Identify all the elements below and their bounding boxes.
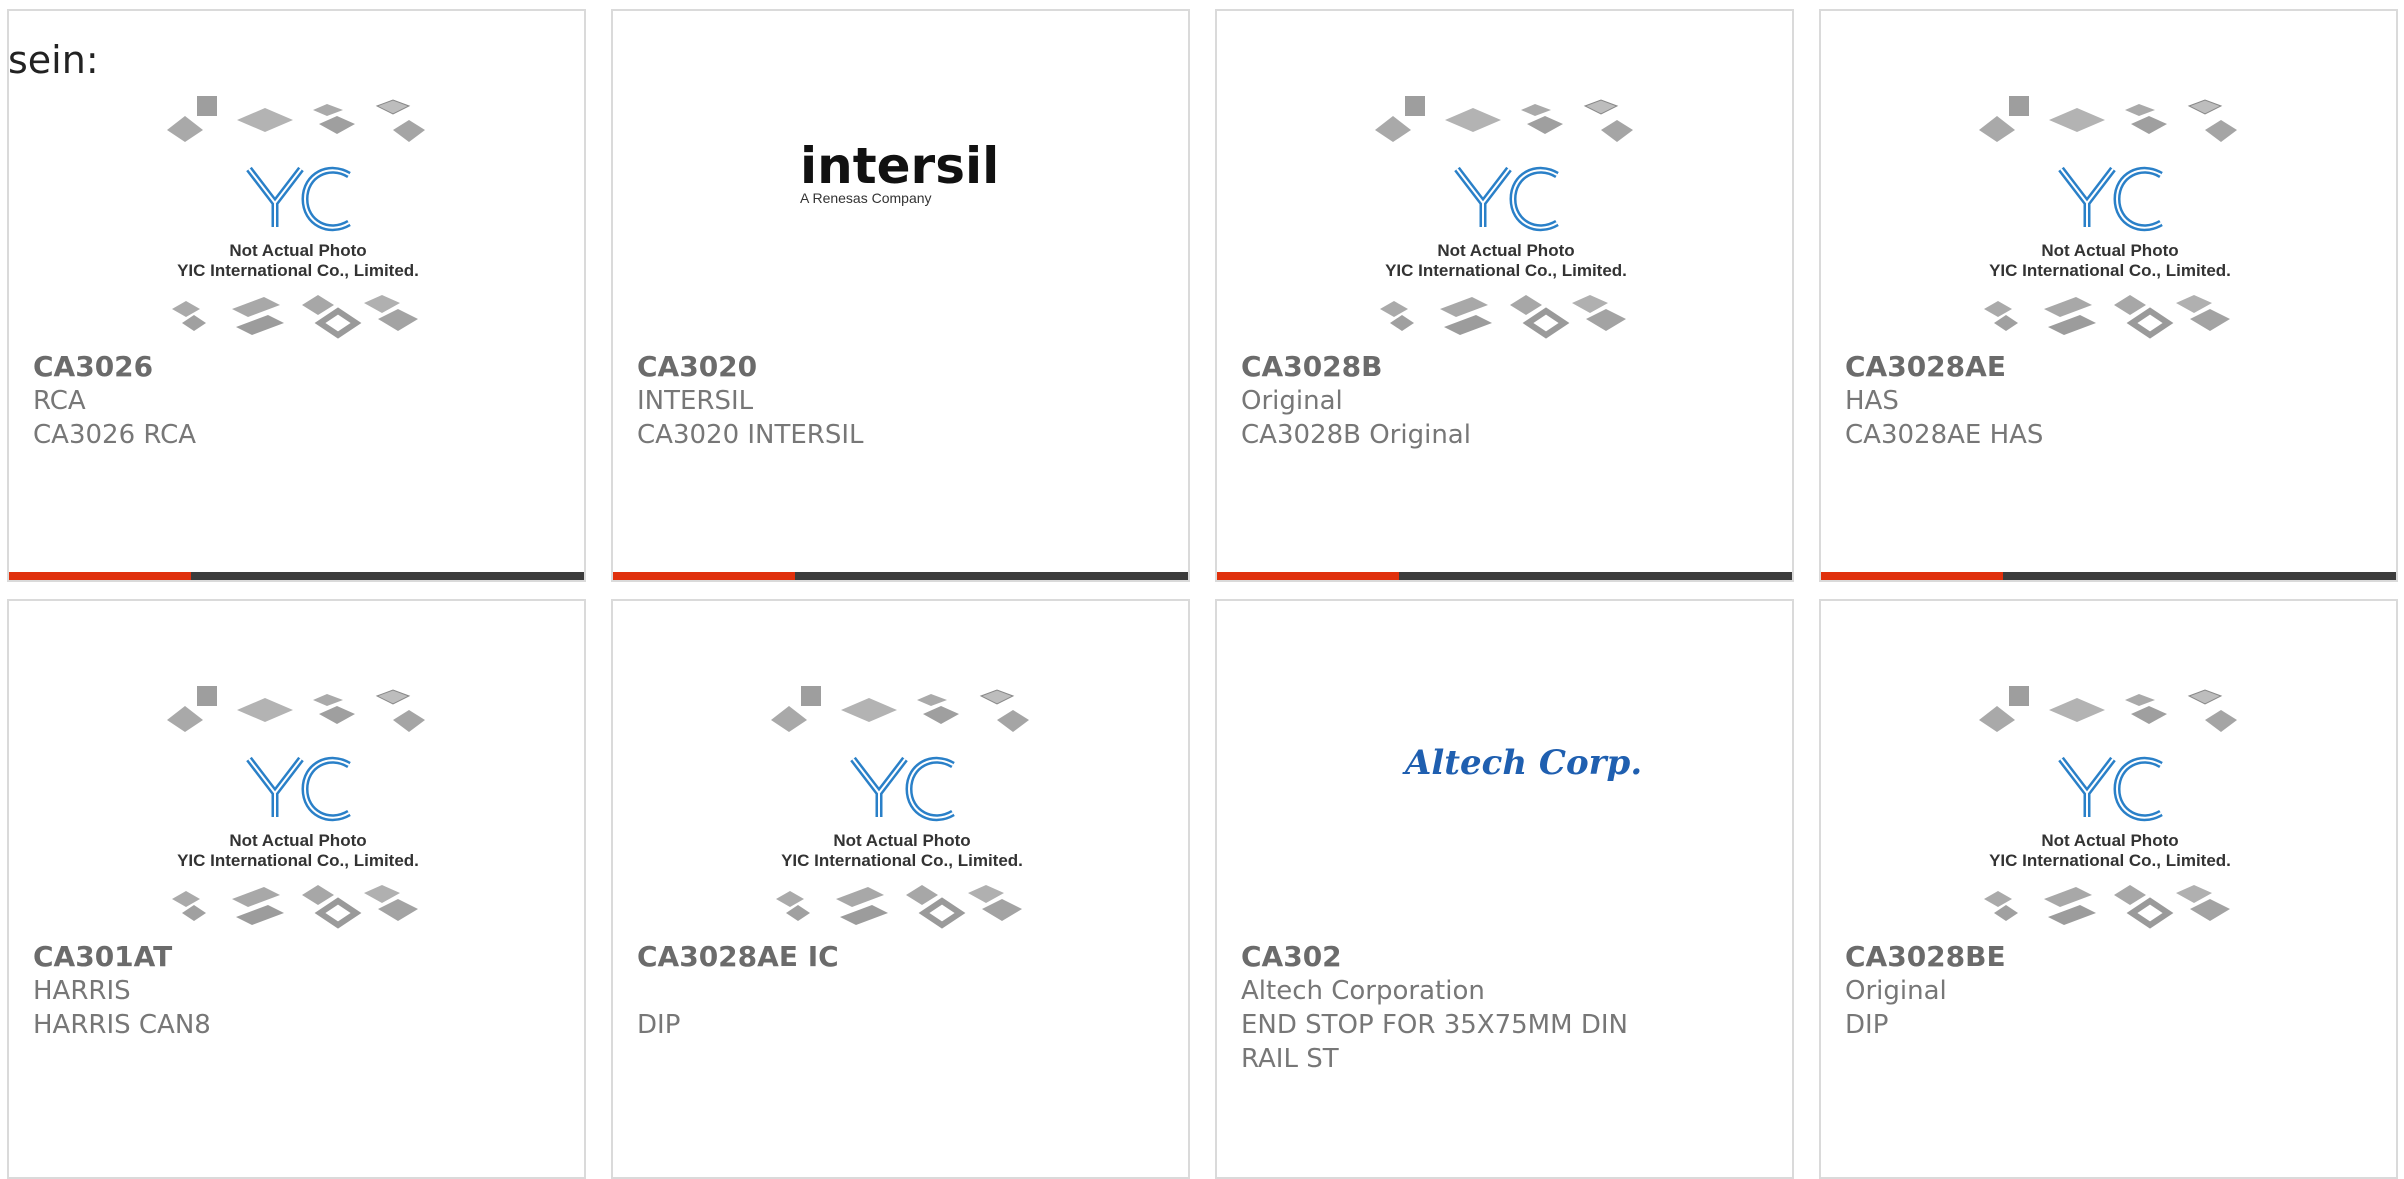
product-card[interactable]: Not Actual Photo YIC International Co., … bbox=[1819, 9, 2398, 582]
brand-logo-intersil: intersil A Renesas Company bbox=[613, 96, 1188, 358]
svg-text:Not Actual Photo: Not Actual Photo bbox=[229, 241, 366, 260]
product-card[interactable]: Not Actual Photo YIC International Co., … bbox=[7, 9, 586, 582]
yic-logo-icon bbox=[1454, 166, 1559, 232]
card-bottom-bar bbox=[1821, 572, 2396, 580]
svg-text:Not Actual Photo: Not Actual Photo bbox=[833, 831, 970, 850]
svg-text:YIC International Co., Limited: YIC International Co., Limited. bbox=[1989, 261, 2231, 280]
product-card[interactable]: Not Actual Photo YIC International Co., … bbox=[611, 599, 1190, 1179]
product-image-placeholder: Not Actual Photo YIC International Co., … bbox=[1821, 95, 2396, 358]
product-image-placeholder: Not Actual Photo YIC International Co., … bbox=[9, 95, 584, 358]
part-number[interactable]: CA3028B bbox=[1241, 350, 1768, 384]
svg-text:YIC International Co., Limited: YIC International Co., Limited. bbox=[177, 261, 419, 280]
description: CA3026 RCA bbox=[33, 420, 197, 450]
description: DIP bbox=[637, 1010, 681, 1040]
manufacturer: Original bbox=[1845, 976, 1947, 1006]
svg-text:Not Actual Photo: Not Actual Photo bbox=[229, 831, 366, 850]
yic-logo-icon bbox=[246, 756, 351, 822]
product-card[interactable]: intersil A Renesas Company CA3020 INTERS… bbox=[611, 9, 1190, 582]
manufacturer: HARRIS bbox=[33, 976, 131, 1006]
product-card[interactable]: Not Actual Photo YIC International Co., … bbox=[7, 599, 586, 1179]
svg-text:YIC International Co., Limited: YIC International Co., Limited. bbox=[781, 851, 1023, 870]
part-number[interactable]: CA302 bbox=[1241, 940, 1768, 974]
svg-text:Altech Corp.: Altech Corp. bbox=[1402, 743, 1642, 783]
yic-logo-icon bbox=[2058, 756, 2163, 822]
product-card[interactable]: Not Actual Photo YIC International Co., … bbox=[1819, 599, 2398, 1179]
description: CA3028AE HAS bbox=[1845, 420, 2044, 450]
product-image-placeholder: Not Actual Photo YIC International Co., … bbox=[1217, 95, 1792, 358]
svg-text:YIC International Co., Limited: YIC International Co., Limited. bbox=[177, 851, 419, 870]
part-number[interactable]: CA3028AE IC bbox=[637, 940, 1164, 974]
svg-text:A Renesas Company: A Renesas Company bbox=[800, 190, 932, 206]
part-number[interactable]: CA301AT bbox=[33, 940, 560, 974]
svg-text:Not Actual Photo: Not Actual Photo bbox=[2041, 241, 2178, 260]
svg-text:YIC International Co., Limited: YIC International Co., Limited. bbox=[1989, 851, 2231, 870]
yic-logo-icon bbox=[246, 166, 351, 232]
product-image-placeholder: Not Actual Photo YIC International Co., … bbox=[1821, 685, 2396, 948]
description: HARRIS CAN8 bbox=[33, 1010, 211, 1040]
product-card[interactable]: Altech Corp. CA302 Altech Corporation EN… bbox=[1215, 599, 1794, 1179]
section-heading: sein: bbox=[8, 38, 99, 82]
manufacturer: INTERSIL bbox=[637, 386, 754, 416]
yic-logo-icon bbox=[2058, 166, 2163, 232]
svg-text:intersil: intersil bbox=[800, 137, 999, 195]
description: CA3028B Original bbox=[1241, 420, 1471, 450]
description: END STOP FOR 35X75MM DIN RAIL ST bbox=[1241, 1010, 1628, 1074]
part-number[interactable]: CA3020 bbox=[637, 350, 1164, 384]
description: DIP bbox=[1845, 1010, 1889, 1040]
manufacturer: Altech Corporation bbox=[1241, 976, 1485, 1006]
part-number[interactable]: CA3028AE bbox=[1845, 350, 2372, 384]
manufacturer: HAS bbox=[1845, 386, 1899, 416]
svg-text:YIC International Co., Limited: YIC International Co., Limited. bbox=[1385, 261, 1627, 280]
svg-text:Not Actual Photo: Not Actual Photo bbox=[2041, 831, 2178, 850]
product-image-placeholder: Not Actual Photo YIC International Co., … bbox=[613, 685, 1188, 948]
part-number[interactable]: CA3028BE bbox=[1845, 940, 2372, 974]
yic-logo-icon bbox=[850, 756, 955, 822]
svg-text:Not Actual Photo: Not Actual Photo bbox=[1437, 241, 1574, 260]
card-bottom-bar bbox=[9, 572, 584, 580]
card-bottom-bar bbox=[613, 572, 1188, 580]
brand-logo-altech: Altech Corp. bbox=[1217, 686, 1792, 948]
manufacturer: RCA bbox=[33, 386, 86, 416]
product-image-placeholder: Not Actual Photo YIC International Co., … bbox=[9, 685, 584, 948]
part-number[interactable]: CA3026 bbox=[33, 350, 560, 384]
manufacturer: Original bbox=[1241, 386, 1343, 416]
manufacturer bbox=[637, 974, 1164, 1008]
description: CA3020 INTERSIL bbox=[637, 420, 864, 450]
product-card[interactable]: Not Actual Photo YIC International Co., … bbox=[1215, 9, 1794, 582]
card-bottom-bar bbox=[1217, 572, 1792, 580]
